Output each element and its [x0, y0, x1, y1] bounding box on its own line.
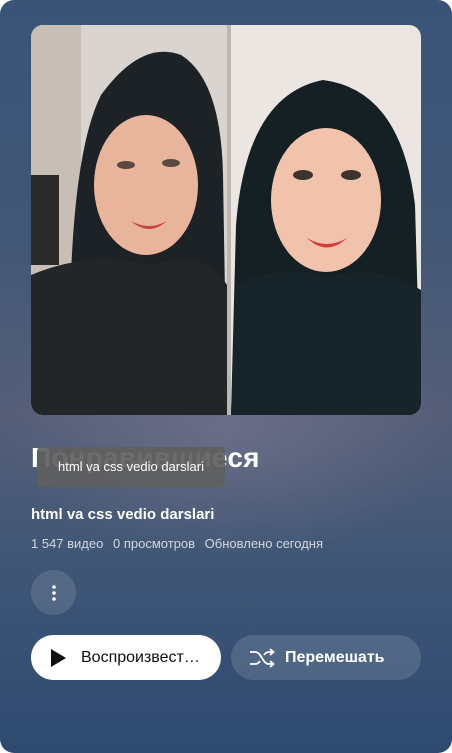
shuffle-button[interactable]: Перемешать — [231, 635, 421, 680]
play-icon — [51, 648, 66, 667]
view-count: 0 просмотров — [112, 536, 196, 551]
play-all-label: Воспроизвести все — [81, 648, 207, 666]
more-vertical-icon — [51, 584, 56, 601]
thumbnail-image — [31, 25, 421, 415]
playlist-thumbnail[interactable] — [31, 25, 421, 415]
shuffle-label: Перемешать — [285, 648, 385, 666]
owner-tooltip: html va css vedio darslari — [37, 447, 225, 487]
playlist-owner-link[interactable]: html va css vedio darslari — [31, 506, 214, 523]
playlist-stats: 1 547 видео 0 просмотров Обновлено сегод… — [31, 536, 329, 551]
more-actions-button[interactable] — [31, 570, 76, 615]
video-count: 1 547 видео — [31, 536, 104, 551]
updated-label: Обновлено сегодня — [204, 536, 324, 551]
playlist-header-panel: Понравившиеся html va css vedio darslari… — [0, 0, 452, 753]
shuffle-icon — [250, 647, 275, 668]
play-all-button[interactable]: Воспроизвести все — [31, 635, 221, 680]
